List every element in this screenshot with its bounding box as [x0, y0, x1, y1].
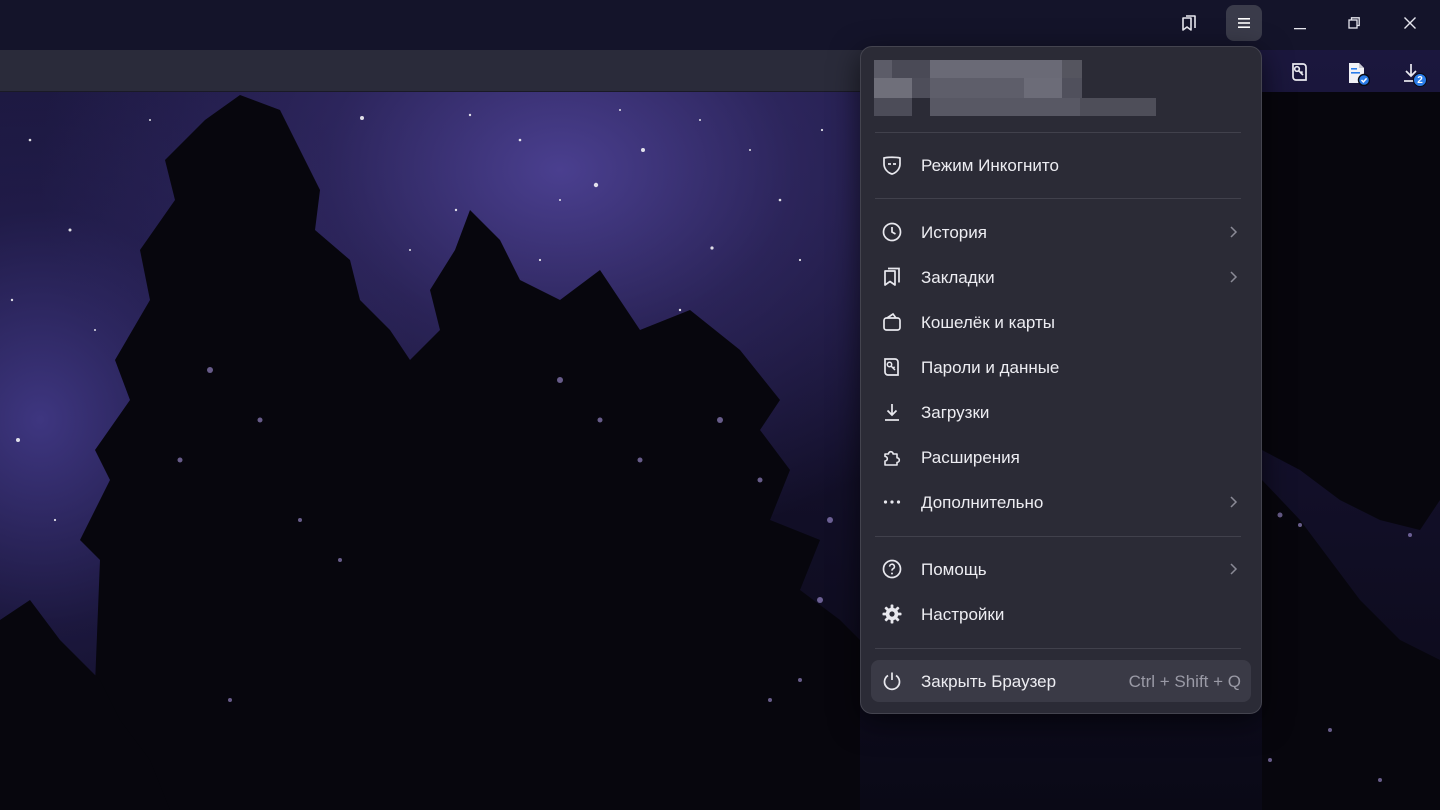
main-menu-button[interactable]	[1226, 5, 1262, 41]
more-dots-icon	[881, 491, 903, 513]
incognito-mask-icon	[881, 154, 903, 176]
menu-item-settings[interactable]: Настройки	[871, 593, 1251, 635]
menu-divider	[875, 132, 1241, 133]
address-bar-area[interactable]	[0, 50, 866, 92]
menu-item-incognito[interactable]: Режим Инкогнито	[871, 144, 1251, 186]
menu-item-label: Расширения	[921, 448, 1020, 467]
menu-item-more[interactable]: Дополнительно	[871, 481, 1251, 523]
account-profile-blurred[interactable]	[874, 60, 1159, 116]
download-icon	[881, 401, 903, 423]
menu-item-help[interactable]: Помощь	[871, 548, 1251, 590]
blur-block	[912, 78, 930, 98]
help-circle-icon	[881, 558, 903, 580]
downloads-button[interactable]: 2	[1396, 58, 1427, 88]
menu-item-bookmarks[interactable]: Закладки	[871, 256, 1251, 298]
menu-divider	[875, 648, 1241, 649]
menu-divider	[875, 536, 1241, 537]
blur-block	[1062, 78, 1082, 98]
menu-item-label: История	[921, 223, 987, 242]
menu-item-label: Помощь	[921, 560, 987, 579]
menu-item-history[interactable]: История	[871, 211, 1251, 253]
menu-item-label: Закрыть Браузер	[921, 672, 1057, 691]
minimize-icon	[1294, 28, 1306, 30]
wallet-icon	[881, 311, 903, 333]
menu-item-label: Дополнительно	[921, 493, 1044, 512]
window-titlebar	[0, 0, 1440, 50]
bookmarks-panel-button[interactable]	[1176, 10, 1202, 36]
chevron-right-icon	[1225, 224, 1241, 240]
menu-item-close-browser[interactable]: Закрыть Браузер Ctrl + Shift + Q	[871, 660, 1251, 702]
menu-item-wallet[interactable]: Кошелёк и карты	[871, 301, 1251, 343]
menu-divider	[875, 198, 1241, 199]
restore-icon	[1348, 17, 1360, 29]
document-check-icon	[1349, 63, 1370, 86]
blur-block	[874, 98, 912, 116]
menu-item-passwords[interactable]: Пароли и данные	[871, 346, 1251, 388]
menu-item-label: Режим Инкогнито	[921, 156, 1059, 175]
blur-block	[874, 60, 892, 78]
blur-block	[1080, 98, 1156, 116]
blur-block	[892, 60, 930, 78]
clock-icon	[881, 221, 903, 243]
menu-item-label: Закладки	[921, 268, 995, 287]
blur-block	[930, 60, 1062, 78]
blur-block	[874, 78, 912, 98]
browser-main-menu: Режим Инкогнито История Закладки Кошелёк…	[860, 46, 1262, 714]
menu-item-label: Пароли и данные	[921, 358, 1060, 377]
gear-icon	[881, 603, 903, 625]
restore-button[interactable]	[1340, 10, 1368, 36]
menu-item-downloads[interactable]: Загрузки	[871, 391, 1251, 433]
close-window-button[interactable]	[1396, 10, 1424, 36]
passwords-icon	[1292, 63, 1307, 81]
key-card-icon	[881, 356, 903, 378]
menu-item-label: Кошелёк и карты	[921, 313, 1055, 332]
blur-block	[1062, 60, 1082, 78]
menu-item-label: Настройки	[921, 605, 1005, 624]
menu-hamburger-icon	[1238, 18, 1250, 28]
chevron-right-icon	[1225, 494, 1241, 510]
power-icon	[881, 670, 903, 692]
minimize-button[interactable]	[1286, 10, 1314, 36]
chevron-right-icon	[1225, 561, 1241, 577]
close-icon	[1404, 17, 1416, 29]
blur-block	[930, 78, 1024, 98]
keyboard-shortcut: Ctrl + Shift + Q	[1128, 672, 1241, 691]
passwords-button[interactable]	[1286, 58, 1314, 86]
menu-item-label: Загрузки	[921, 403, 990, 422]
bookmarks-icon	[881, 266, 903, 288]
document-check-button[interactable]	[1342, 58, 1372, 88]
menu-item-extensions[interactable]: Расширения	[871, 436, 1251, 478]
bookmarks-panel-icon	[1182, 15, 1196, 31]
downloads-count-badge: 2	[1413, 73, 1427, 87]
puzzle-icon	[881, 446, 903, 468]
chevron-right-icon	[1225, 269, 1241, 285]
blur-block	[930, 98, 1080, 116]
blur-block	[1024, 78, 1062, 98]
